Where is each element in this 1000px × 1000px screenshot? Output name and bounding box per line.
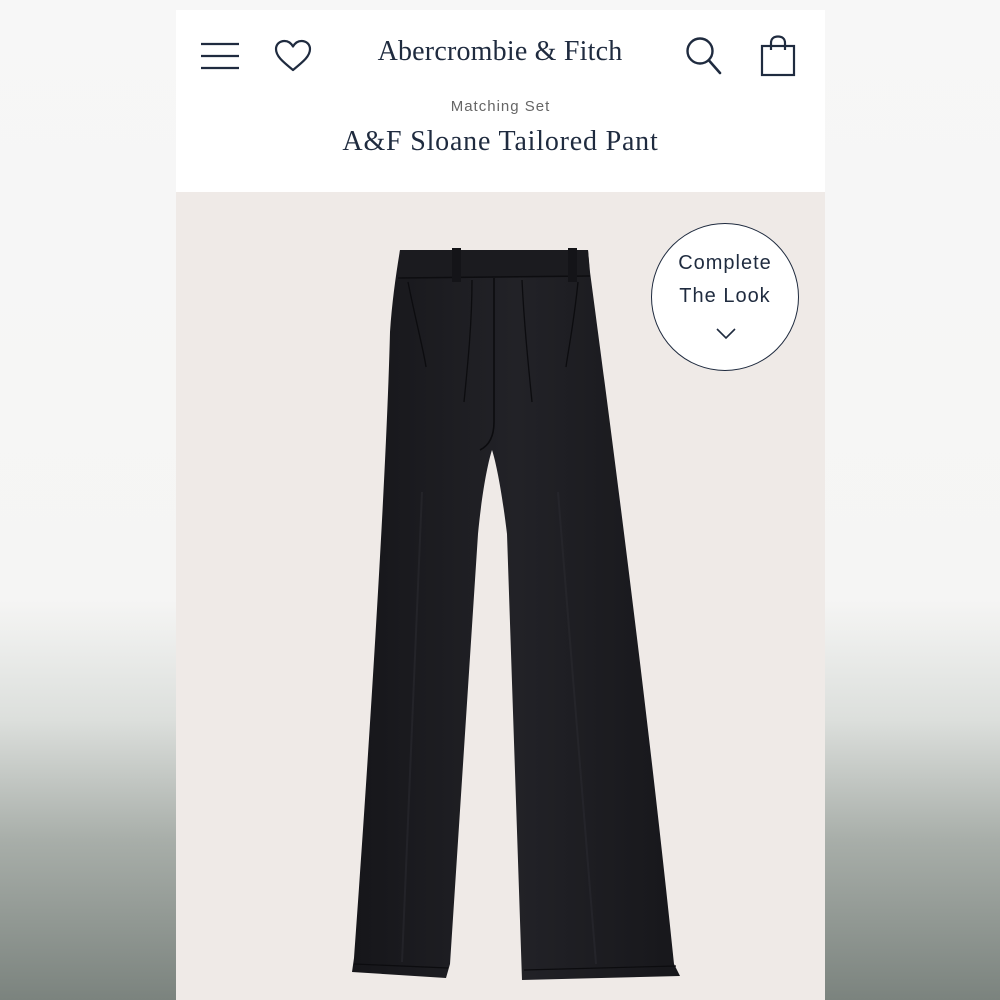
brand-logo[interactable]: Abercrombie & Fitch — [336, 32, 664, 72]
complete-the-look-label-line1: Complete — [678, 252, 772, 274]
menu-button[interactable] — [198, 34, 242, 78]
search-icon — [686, 37, 722, 75]
hamburger-menu-icon — [201, 42, 239, 70]
search-button[interactable] — [682, 34, 726, 78]
complete-the-look-label-line2: The Look — [679, 285, 771, 307]
shopping-bag-icon — [760, 35, 796, 77]
wishlist-button[interactable] — [270, 34, 316, 78]
product-title: A&F Sloane Tailored Pant — [342, 126, 659, 157]
shopping-bag-button[interactable] — [756, 32, 800, 80]
product-category: Matching Set — [450, 98, 551, 115]
product-header: Abercrombie & Fitch Matching Set A&F Slo… — [176, 10, 825, 192]
complete-the-look-button[interactable]: Complete The Look — [651, 223, 799, 371]
heart-icon — [274, 39, 312, 72]
app-screen: Abercrombie & Fitch Matching Set A&F Slo… — [176, 10, 825, 1000]
chevron-down-icon — [716, 328, 736, 340]
